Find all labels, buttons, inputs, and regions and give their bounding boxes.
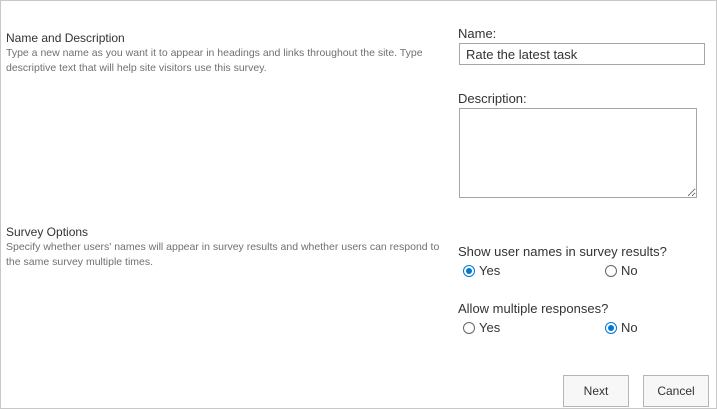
survey-settings-panel: Name and Description Type a new name as … bbox=[0, 0, 717, 409]
description-field-label: Description: bbox=[458, 91, 527, 106]
show-names-no-option[interactable]: No bbox=[605, 263, 638, 278]
description-textarea[interactable] bbox=[459, 108, 697, 198]
multiple-responses-no-option[interactable]: No bbox=[605, 320, 638, 335]
show-names-yes-radio[interactable] bbox=[463, 264, 475, 277]
show-names-yes-option[interactable]: Yes bbox=[463, 263, 500, 278]
show-names-no-label: No bbox=[621, 263, 638, 278]
multiple-responses-no-radio[interactable] bbox=[605, 321, 617, 334]
survey-section-description: Specify whether users' names will appear… bbox=[6, 241, 440, 268]
name-field-label: Name: bbox=[458, 26, 497, 41]
multiple-responses-yes-radio[interactable] bbox=[463, 321, 475, 334]
show-names-label: Show user names in survey results? bbox=[458, 244, 667, 259]
multiple-responses-no-label: No bbox=[621, 320, 638, 335]
multiple-responses-yes-label: Yes bbox=[479, 320, 501, 335]
survey-section-title: Survey Options bbox=[6, 225, 89, 239]
name-input[interactable] bbox=[459, 43, 705, 65]
cancel-button[interactable]: Cancel bbox=[643, 375, 709, 407]
show-names-yes-label: Yes bbox=[479, 263, 501, 278]
next-button[interactable]: Next bbox=[563, 375, 629, 407]
name-section-title: Name and Description bbox=[6, 31, 125, 45]
show-names-no-radio[interactable] bbox=[605, 264, 617, 277]
multiple-responses-label: Allow multiple responses? bbox=[458, 301, 609, 316]
multiple-responses-yes-option[interactable]: Yes bbox=[463, 320, 500, 335]
name-section-description: Type a new name as you want it to appear… bbox=[6, 47, 423, 74]
